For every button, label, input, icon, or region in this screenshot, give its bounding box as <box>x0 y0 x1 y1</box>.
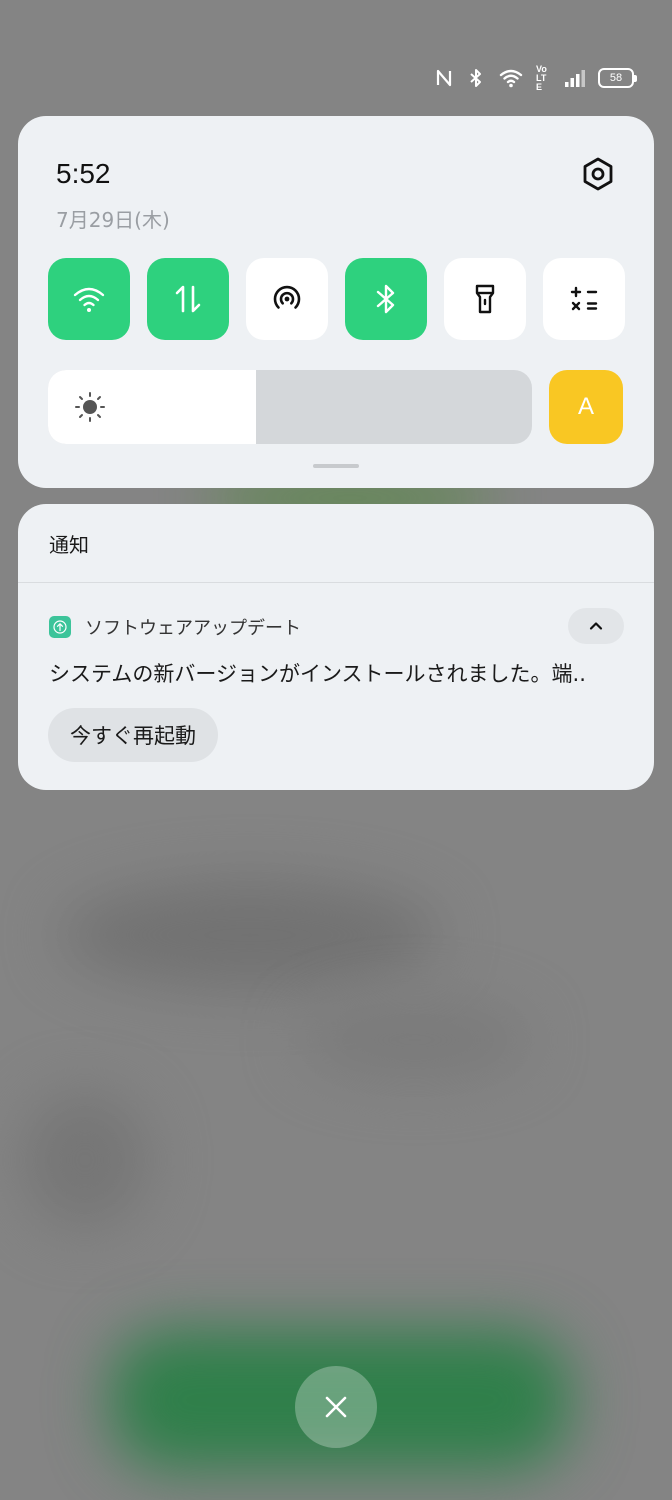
notification-app-row: ソフトウェアアップデート <box>49 614 301 640</box>
wifi-tile[interactable] <box>48 258 130 340</box>
battery-level: 58 <box>609 72 623 84</box>
flashlight-icon <box>475 284 495 314</box>
calculator-icon <box>570 286 598 311</box>
wifi-icon <box>73 287 105 312</box>
quick-tiles <box>48 258 625 340</box>
quick-settings-panel: 5:52 7月29日(木) A <box>18 116 654 488</box>
bluetooth-icon <box>376 284 395 314</box>
wifi-icon <box>499 69 523 88</box>
bluetooth-tile[interactable] <box>345 258 427 340</box>
mobile-data-tile[interactable] <box>147 258 229 340</box>
data-arrows-icon <box>175 285 201 313</box>
close-icon <box>325 1396 347 1418</box>
bluetooth-icon <box>470 69 481 87</box>
wallpaper-blur <box>20 1090 150 1230</box>
panel-drag-handle[interactable] <box>313 464 359 468</box>
brightness-sun-icon <box>75 392 105 422</box>
notification-body[interactable]: システムの新バージョンがインストールされました。端.. <box>49 658 629 688</box>
notification-panel: 通知 ソフトウェアアップデート システムの新バージョンがインストールされました。… <box>18 504 654 790</box>
notifications-heading: 通知 <box>49 532 89 557</box>
date: 7月29日(木) <box>56 208 170 232</box>
calculator-tile[interactable] <box>543 258 625 340</box>
settings-button[interactable] <box>578 154 618 194</box>
clock: 5:52 <box>56 158 111 189</box>
status-bar: Vo LTE 58 <box>434 62 637 94</box>
battery-icon: 58 <box>598 68 637 88</box>
software-update-icon <box>49 616 71 638</box>
signal-icon <box>565 70 585 87</box>
flashlight-tile[interactable] <box>444 258 526 340</box>
wallpaper-blur <box>300 1000 530 1080</box>
hotspot-tile[interactable] <box>246 258 328 340</box>
chevron-up-icon <box>589 622 603 630</box>
volte-text: Vo LTE <box>536 63 547 92</box>
divider <box>18 582 654 583</box>
close-panel-button[interactable] <box>295 1366 377 1448</box>
wallpaper-blur <box>60 880 440 990</box>
auto-brightness-button[interactable]: A <box>549 370 623 444</box>
volte-icon: Vo LTE <box>536 63 552 92</box>
brightness-slider[interactable] <box>48 370 532 444</box>
notification-app-name: ソフトウェアアップデート <box>85 618 301 639</box>
collapse-notification-button[interactable] <box>568 608 624 644</box>
settings-hexagon-icon <box>583 157 613 191</box>
hotspot-icon <box>273 285 301 309</box>
nfc-icon <box>436 69 452 87</box>
restart-now-button[interactable]: 今すぐ再起動 <box>48 708 218 762</box>
